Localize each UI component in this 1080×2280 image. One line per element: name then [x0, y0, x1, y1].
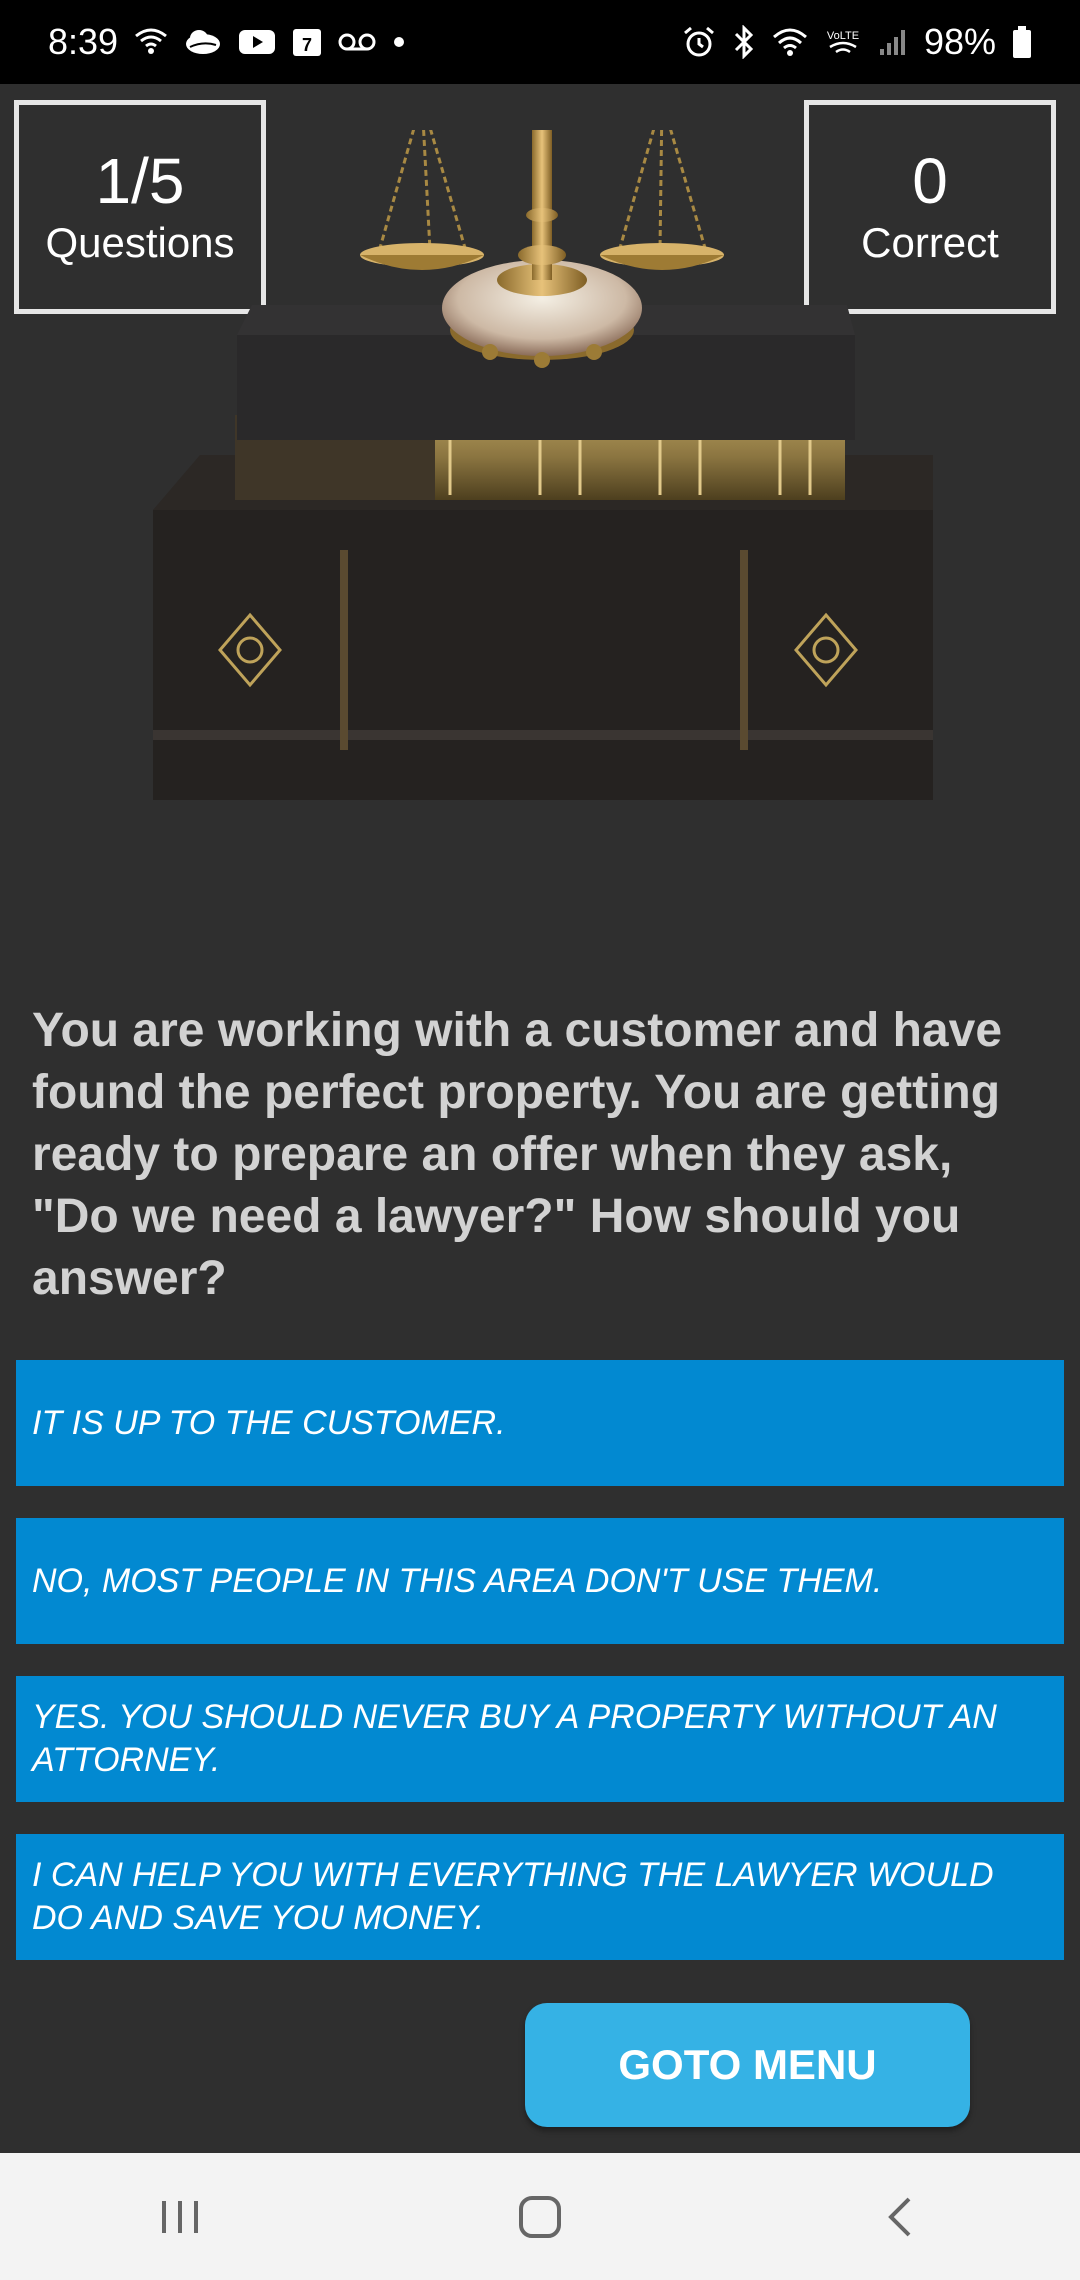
wifi-icon	[772, 27, 808, 57]
home-icon[interactable]	[480, 2172, 600, 2262]
answer-option-3[interactable]: YES. YOU SHOULD NEVER BUY A PROPERTY WIT…	[16, 1676, 1064, 1802]
scales-of-justice-on-books-image	[140, 73, 940, 930]
svg-text:VoLTE: VoLTE	[827, 30, 859, 42]
status-time: 8:39	[48, 21, 119, 62]
question-text: You are working with a customer and have…	[32, 1004, 1003, 1305]
svg-text:7: 7	[302, 35, 312, 55]
calendar-icon: 7	[292, 27, 322, 57]
bluetooth-icon	[732, 25, 756, 59]
cloud-icon	[184, 27, 222, 57]
battery-level: 98%	[923, 21, 996, 62]
answer-option-4[interactable]: I CAN HELP YOU WITH EVERYTHING THE LAWYE…	[16, 1834, 1064, 1960]
alarm-icon	[682, 25, 716, 59]
navigation-bar	[0, 2153, 1080, 2280]
goto-menu-button[interactable]: GOTO MENU	[525, 2003, 970, 2127]
dot-icon	[392, 35, 406, 49]
back-icon[interactable]	[840, 2172, 960, 2262]
status-bar-left: 8:39 7	[0, 21, 406, 63]
answer-option-1[interactable]: IT IS UP TO THE CUSTOMER.	[16, 1360, 1064, 1486]
battery-icon	[1012, 26, 1032, 58]
answer-option-2[interactable]: NO, MOST PEOPLE IN THIS AREA DON'T USE T…	[16, 1518, 1064, 1644]
recent-apps-icon[interactable]	[120, 2172, 240, 2262]
signal-icon	[878, 27, 908, 57]
status-bar-right: VoLTE 98%	[682, 21, 1080, 63]
wifi-calling-icon	[134, 27, 168, 57]
status-bar: 8:39 7 VoLTE 98%	[0, 0, 1080, 84]
voicemail-icon	[338, 31, 376, 53]
youtube-icon	[238, 28, 276, 56]
volte-icon: VoLTE	[824, 25, 862, 59]
